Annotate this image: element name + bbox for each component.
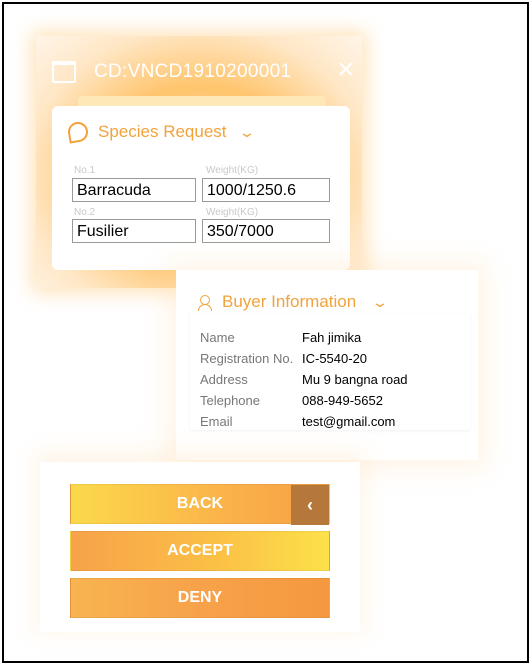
cart-icon: [52, 61, 76, 83]
species-no-label-1: No.1: [74, 165, 96, 176]
buyer-row-registration: Registration No. IC-5540-20: [200, 351, 367, 366]
field-label: Registration No.: [200, 351, 294, 366]
buyer-row-email: Email test@gmail.com: [200, 414, 395, 429]
species-weight-field-1[interactable]: 1000/1250.6: [202, 178, 330, 202]
chevron-down-icon[interactable]: ⌄: [371, 294, 389, 311]
deny-button-label: DENY: [177, 589, 223, 606]
leaf-icon: [66, 120, 90, 144]
buyer-information-header[interactable]: Buyer Information ⌄: [198, 292, 389, 312]
back-button-label: BACK: [176, 495, 224, 512]
field-value: IC-5540-20: [302, 351, 368, 366]
species-name-field-2[interactable]: Fusilier: [72, 219, 196, 243]
field-value: 088-949-5652: [302, 393, 383, 408]
weight-label-2: Weight(KG): [206, 207, 259, 218]
accept-button[interactable]: ACCEPT: [70, 531, 330, 571]
buyer-row-telephone: Telephone 088-949-5652: [200, 393, 383, 408]
tab-strip: [78, 96, 326, 106]
species-no-label-2: No.2: [74, 207, 96, 218]
buyer-info-table: Name Fah jimika Registration No. IC-5540…: [190, 314, 470, 430]
buyer-row-address: Address Mu 9 bangna road: [200, 372, 408, 387]
user-icon: [198, 295, 212, 311]
field-label: Telephone: [200, 393, 260, 408]
chevron-left-icon[interactable]: ‹: [291, 485, 329, 525]
weight-label-1: Weight(KG): [206, 165, 259, 176]
close-icon[interactable]: ✕: [337, 58, 355, 83]
species-name-field-1[interactable]: Barracuda: [72, 178, 196, 202]
field-label: Name: [200, 330, 235, 345]
field-label: Address: [200, 372, 248, 387]
card-header: CD:VNCD1910200001 ✕: [52, 56, 357, 88]
chevron-down-icon[interactable]: ⌄: [238, 124, 256, 141]
species-weight-field-2[interactable]: 350/7000: [202, 219, 330, 243]
buyer-information-title: Buyer Information: [222, 292, 357, 311]
field-value: Fah jimika: [302, 330, 362, 345]
field-label: Email: [200, 414, 233, 429]
species-request-title: Species Request: [98, 122, 227, 141]
buyer-row-name: Name Fah jimika: [200, 330, 361, 345]
species-request-header[interactable]: Species Request ⌄: [66, 120, 255, 144]
document-code: CD:VNCD1910200001: [94, 61, 292, 82]
deny-button[interactable]: DENY: [70, 578, 330, 618]
field-value: test@gmail.com: [302, 414, 396, 429]
back-button[interactable]: BACK ‹: [70, 484, 330, 525]
accept-button-label: ACCEPT: [167, 542, 233, 559]
field-value: Mu 9 bangna road: [302, 372, 408, 387]
